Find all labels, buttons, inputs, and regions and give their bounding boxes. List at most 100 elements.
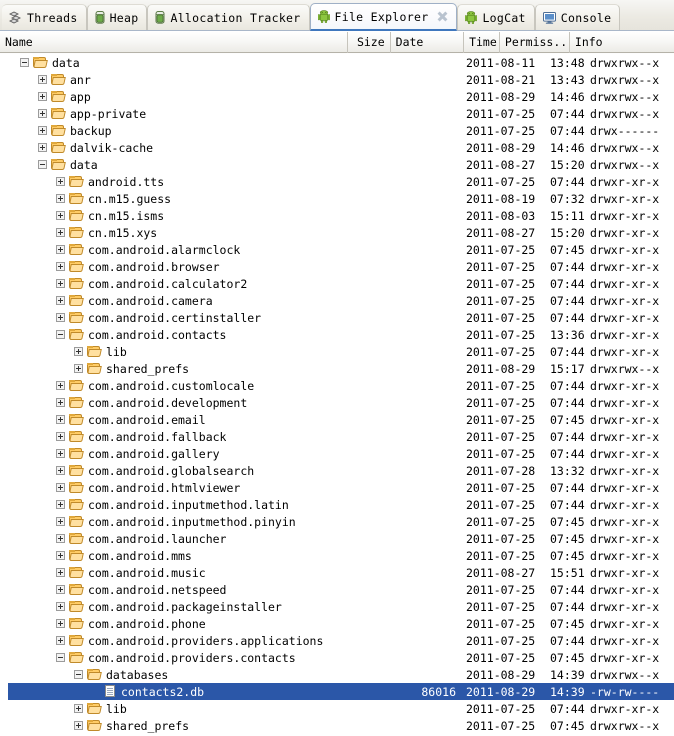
tree-toggle-plus-icon[interactable] [56, 551, 65, 560]
table-row[interactable]: dalvik-cache 2011-08-29 14:46 drwxrwx--x [8, 139, 674, 156]
table-row[interactable]: lib 2011-07-25 07:44 drwxr-xr-x [8, 343, 674, 360]
tree-toggle-plus-icon[interactable] [56, 211, 65, 220]
table-row[interactable]: com.android.inputmethod.pinyin 2011-07-25… [8, 513, 674, 530]
table-row-selected[interactable]: contacts2.db 86016 2011-08-29 14:39 -rw-rw--… [8, 683, 674, 700]
tree-toggle-plus-icon[interactable] [56, 585, 65, 594]
tree-toggle-plus-icon[interactable] [38, 92, 47, 101]
tab-threads[interactable]: Threads [2, 4, 87, 30]
tab-heap[interactable]: Heap [86, 4, 148, 30]
tab-file-explorer[interactable]: File Explorer [309, 3, 458, 31]
table-row[interactable]: com.android.browser 2011-07-25 07:44 drwxr-… [8, 258, 674, 275]
tree-toggle-plus-icon[interactable] [38, 126, 47, 135]
table-row[interactable]: backup 2011-07-25 07:44 drwx------ [8, 122, 674, 139]
tree-toggle-plus-icon[interactable] [56, 194, 65, 203]
tree-toggle-plus-icon[interactable] [56, 602, 65, 611]
tree-toggle-minus-icon[interactable] [74, 670, 83, 679]
column-header-perm[interactable]: Permiss... [500, 31, 570, 53]
table-row[interactable]: com.android.htmlviewer 2011-07-25 07:44 drw… [8, 479, 674, 496]
table-row[interactable]: com.android.customlocale 2011-07-25 07:44 d… [8, 377, 674, 394]
tree-toggle-minus-icon[interactable] [56, 653, 65, 662]
table-row[interactable]: databases 2011-08-29 14:39 drwxrwx--x [8, 666, 674, 683]
table-row[interactable]: com.android.development 2011-07-25 07:44 dr… [8, 394, 674, 411]
table-row[interactable]: com.android.providers.applications 2011-0… [8, 632, 674, 649]
tree-toggle-plus-icon[interactable] [56, 483, 65, 492]
tree-toggle-minus-icon[interactable] [38, 160, 47, 169]
table-row[interactable]: com.android.providers.contacts 2011-07-25… [8, 649, 674, 666]
table-row[interactable]: app 2011-08-29 14:46 drwxrwx--x [8, 88, 674, 105]
tree-toggle-plus-icon[interactable] [56, 636, 65, 645]
tree-toggle-plus-icon[interactable] [56, 262, 65, 271]
tree-toggle-plus-icon[interactable] [56, 228, 65, 237]
cell-time: 07:44 [550, 446, 585, 461]
table-row[interactable]: com.android.phone 2011-07-25 07:45 drwxr-xr… [8, 615, 674, 632]
tree-toggle-minus-icon[interactable] [56, 330, 65, 339]
column-header-info[interactable]: Info [570, 32, 674, 53]
table-row[interactable]: shared_prefs 2011-08-29 15:17 drwxrwx--x [8, 360, 674, 377]
table-row[interactable]: android.tts 2011-07-25 07:44 drwxr-xr-x [8, 173, 674, 190]
table-row[interactable]: com.android.contacts 2011-07-25 13:36 drwxr… [8, 326, 674, 343]
table-row[interactable]: com.android.fallback 2011-07-25 07:44 drwxr… [8, 428, 674, 445]
tree-toggle-plus-icon[interactable] [74, 704, 83, 713]
tab-allocation-tracker[interactable]: Allocation Tracker [147, 4, 310, 30]
table-row[interactable]: com.android.music 2011-08-27 15:51 drwxr-xr… [8, 564, 674, 581]
tree-toggle-plus-icon[interactable] [38, 75, 47, 84]
cell-name: com.android.gallery [8, 445, 413, 462]
tree-toggle-plus-icon[interactable] [56, 398, 65, 407]
tree-toggle-plus-icon[interactable] [74, 347, 83, 356]
tree-toggle-plus-icon[interactable] [56, 177, 65, 186]
tree-toggle-plus-icon[interactable] [56, 466, 65, 475]
table-row[interactable]: cn.m15.xys 2011-08-27 15:20 drwxr-xr-x [8, 224, 674, 241]
tree-toggle-plus-icon[interactable] [56, 296, 65, 305]
tree-toggle-plus-icon[interactable] [56, 313, 65, 322]
tree-toggle-plus-icon[interactable] [56, 500, 65, 509]
cell-date: 2011-07-25 [466, 293, 536, 308]
tree-toggle-plus-icon[interactable] [56, 415, 65, 424]
table-row[interactable]: com.android.calculator2 2011-07-25 07:44 dr… [8, 275, 674, 292]
folder-icon [51, 142, 66, 153]
tab-console[interactable]: Console [534, 4, 621, 30]
tree-toggle-plus-icon[interactable] [56, 619, 65, 628]
table-row[interactable]: anr 2011-08-21 13:43 drwxrwx--x [8, 71, 674, 88]
table-row[interactable]: com.android.inputmethod.latin 2011-07-25 0… [8, 496, 674, 513]
tree-toggle-plus-icon[interactable] [38, 143, 47, 152]
tree-toggle-plus-icon[interactable] [74, 364, 83, 373]
column-header-name[interactable]: Name [0, 31, 348, 53]
column-header-date[interactable]: Date [391, 31, 465, 53]
table-row[interactable]: cn.m15.isms 2011-08-03 15:11 drwxr-xr-x [8, 207, 674, 224]
tree-toggle-plus-icon[interactable] [56, 449, 65, 458]
tree-toggle-minus-icon[interactable] [20, 58, 29, 67]
table-row[interactable]: com.android.mms 2011-07-25 07:45 drwxr-xr-x [8, 547, 674, 564]
file-tree[interactable]: data 2011-08-11 13:48 drwxrwx--x anr 2011-08-… [0, 54, 674, 736]
tab-logcat[interactable]: LogCat [457, 4, 535, 30]
table-row[interactable]: shared_prefs 2011-07-25 07:45 drwxrwx--x [8, 717, 674, 734]
tree-toggle-plus-icon[interactable] [56, 279, 65, 288]
close-icon[interactable] [437, 11, 448, 22]
table-row[interactable]: com.android.email 2011-07-25 07:45 drwxr-xr… [8, 411, 674, 428]
column-header-label: Date [395, 35, 424, 49]
table-row[interactable]: data 2011-08-11 13:48 drwxrwx--x [8, 54, 674, 71]
table-row[interactable]: cn.m15.guess 2011-08-19 07:32 drwxr-xr-x [8, 190, 674, 207]
cell-date: 2011-07-25 [466, 412, 536, 427]
table-row[interactable]: com.android.globalsearch 2011-07-28 13:32 d… [8, 462, 674, 479]
table-row[interactable]: com.android.gallery 2011-07-25 07:44 drwxr-… [8, 445, 674, 462]
tree-toggle-plus-icon[interactable] [56, 517, 65, 526]
tree-toggle-plus-icon[interactable] [56, 432, 65, 441]
table-row[interactable]: com.android.packageinstaller 2011-07-25 07… [8, 598, 674, 615]
tree-toggle-plus-icon[interactable] [56, 534, 65, 543]
table-row[interactable]: data 2011-08-27 15:20 drwxrwx--x [8, 156, 674, 173]
table-row[interactable]: com.android.camera 2011-07-25 07:44 drwxr-x… [8, 292, 674, 309]
table-row[interactable]: com.android.netspeed 2011-07-25 07:44 drwxr… [8, 581, 674, 598]
table-row[interactable]: com.android.alarmclock 2011-07-25 07:45 drw… [8, 241, 674, 258]
tree-toggle-plus-icon[interactable] [74, 721, 83, 730]
table-row[interactable]: com.android.certinstaller 2011-07-25 07:44… [8, 309, 674, 326]
column-header-size[interactable]: Size [348, 31, 391, 53]
tree-toggle-plus-icon[interactable] [56, 568, 65, 577]
table-row[interactable]: com.android.launcher 2011-07-25 07:45 drwxr… [8, 530, 674, 547]
tree-toggle-plus-icon[interactable] [56, 245, 65, 254]
column-header-time[interactable]: Time [464, 31, 500, 53]
table-row[interactable]: app-private 2011-07-25 07:44 drwxrwx--x [8, 105, 674, 122]
folder-icon [69, 227, 84, 238]
tree-toggle-plus-icon[interactable] [56, 381, 65, 390]
table-row[interactable]: lib 2011-07-25 07:44 drwxr-xr-x [8, 700, 674, 717]
tree-toggle-plus-icon[interactable] [38, 109, 47, 118]
